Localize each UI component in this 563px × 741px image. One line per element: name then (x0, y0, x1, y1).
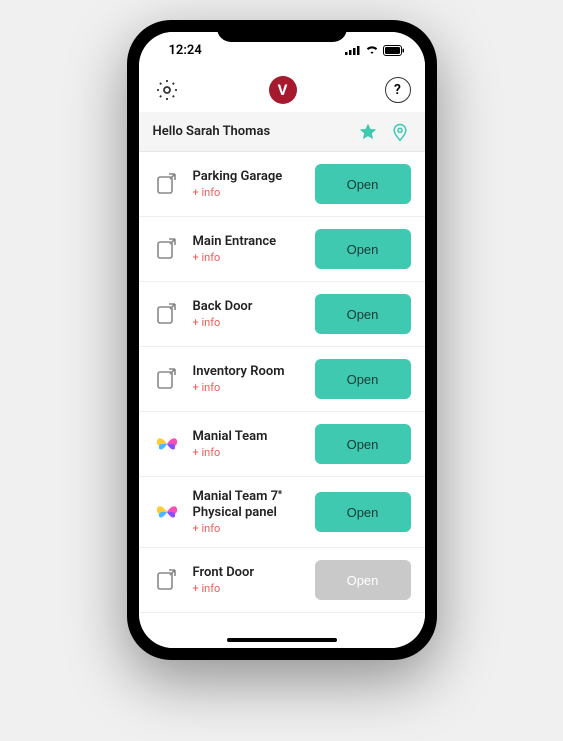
item-title: Main Entrance (193, 234, 303, 250)
screen: 12:24 V (139, 32, 425, 648)
list-item: Parking Garage+ info Open (139, 152, 425, 217)
logo-letter: V (278, 81, 288, 99)
list-item: Inventory Room+ info Open (139, 347, 425, 412)
door-icon (153, 365, 181, 393)
list-item: Manial Team+ info Open (139, 412, 425, 477)
item-body: Main Entrance+ info (193, 234, 303, 265)
app-header: V ? (139, 68, 425, 112)
item-info-link[interactable]: + info (193, 251, 303, 264)
battery-icon (383, 45, 405, 56)
item-title: Manial Team 7'' Physical panel (193, 489, 303, 520)
favorites-button[interactable] (357, 121, 379, 143)
open-button[interactable]: Open (315, 164, 411, 204)
item-body: Inventory Room+ info (193, 364, 303, 395)
list-item: Back Door+ info Open (139, 282, 425, 347)
list-item: Main Entrance+ info Open (139, 217, 425, 282)
item-title: Inventory Room (193, 364, 303, 380)
wifi-icon (365, 45, 379, 55)
open-button[interactable]: Open (315, 294, 411, 334)
greeting-text: Hello Sarah Thomas (153, 124, 271, 139)
signal-icon (345, 45, 361, 55)
app-logo: V (269, 76, 297, 104)
item-info-link[interactable]: + info (193, 446, 303, 459)
status-indicators (287, 45, 405, 56)
open-button[interactable]: Open (315, 492, 411, 532)
door-icon (153, 170, 181, 198)
home-indicator (227, 638, 337, 642)
open-button[interactable]: Open (315, 359, 411, 399)
open-button: Open (315, 560, 411, 600)
phone-frame: 12:24 V (127, 20, 437, 660)
settings-button[interactable] (153, 76, 181, 104)
list-item: Manial Team 7'' Physical panel + info Open (139, 477, 425, 548)
help-button[interactable]: ? (385, 77, 411, 103)
item-body: Front Door+ info (193, 565, 303, 596)
butterfly-icon (153, 498, 181, 526)
help-label: ? (394, 82, 401, 98)
item-info-link[interactable]: + info (193, 186, 303, 199)
item-title: Manial Team (193, 429, 303, 445)
open-button[interactable]: Open (315, 229, 411, 269)
location-button[interactable] (389, 121, 411, 143)
greeting-bar: Hello Sarah Thomas (139, 112, 425, 152)
item-body: Back Door+ info (193, 299, 303, 330)
item-info-link[interactable]: + info (193, 522, 303, 535)
item-title: Back Door (193, 299, 303, 315)
item-title: Front Door (193, 565, 303, 581)
item-info-link[interactable]: + info (193, 582, 303, 595)
butterfly-icon (153, 430, 181, 458)
door-icon (153, 300, 181, 328)
door-list[interactable]: Parking Garage+ infoOpenMain Entrance+ i… (139, 152, 425, 648)
open-button[interactable]: Open (315, 424, 411, 464)
item-body: Manial Team 7'' Physical panel + info (193, 489, 303, 535)
status-time: 12:24 (159, 43, 287, 58)
phone-notch (217, 20, 347, 42)
door-icon (153, 235, 181, 263)
item-body: Manial Team+ info (193, 429, 303, 460)
door-icon (153, 566, 181, 594)
list-item: Front Door+ info Open (139, 548, 425, 613)
item-body: Parking Garage+ info (193, 169, 303, 200)
item-info-link[interactable]: + info (193, 381, 303, 394)
item-title: Parking Garage (193, 169, 303, 185)
greeting-actions (357, 121, 411, 143)
item-info-link[interactable]: + info (193, 316, 303, 329)
